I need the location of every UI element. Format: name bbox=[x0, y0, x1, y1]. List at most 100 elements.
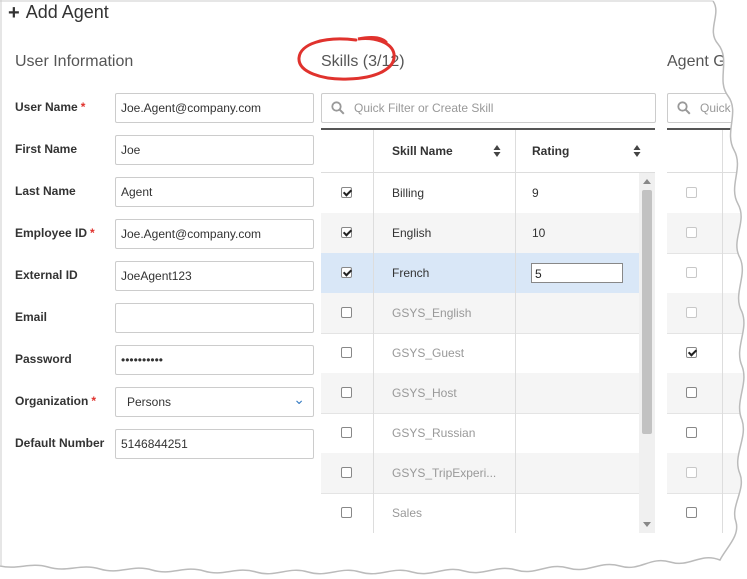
agent-group-checkbox[interactable] bbox=[686, 227, 697, 238]
skill-row[interactable]: GSYS_Guest bbox=[321, 333, 639, 374]
skill-name: Sales bbox=[392, 506, 423, 520]
agent-group-checkbox[interactable] bbox=[686, 387, 697, 398]
organization-select[interactable]: Persons ⌄ bbox=[115, 387, 314, 417]
skill-rating[interactable]: 10 bbox=[532, 213, 545, 253]
skill-row[interactable]: GSYS_Russian bbox=[321, 413, 639, 454]
user-name-input[interactable]: Joe.Agent@company.com bbox=[115, 93, 314, 123]
skill-row[interactable]: GSYS_TripExperi... bbox=[321, 453, 639, 494]
skill-checkbox[interactable] bbox=[341, 267, 352, 278]
add-agent-dialog: + Add Agent User Information User Name * J… bbox=[0, 0, 747, 579]
skill-checkbox[interactable] bbox=[341, 507, 352, 518]
skill-checkbox[interactable] bbox=[341, 347, 352, 358]
required-marker: * bbox=[90, 226, 95, 240]
form-row: Employee ID * Joe.Agent@company.com bbox=[15, 219, 315, 249]
dialog-title-text: Add Agent bbox=[25, 2, 109, 22]
agent-groups-heading: Agent Gro bbox=[667, 53, 740, 70]
field-label-text: Employee ID bbox=[15, 226, 88, 240]
default-number-input[interactable]: 5146844251 bbox=[115, 429, 314, 459]
skill-name: French bbox=[392, 266, 430, 280]
sort-icon[interactable] bbox=[493, 144, 501, 158]
email-input[interactable] bbox=[115, 303, 314, 333]
agent-group-row[interactable] bbox=[667, 413, 747, 454]
rating-input[interactable]: 5 bbox=[531, 263, 623, 283]
agent-group-row[interactable] bbox=[667, 493, 747, 533]
last-name-input[interactable]: Agent bbox=[115, 177, 314, 207]
agent-group-row[interactable] bbox=[667, 173, 747, 214]
agent-group-row[interactable] bbox=[667, 213, 747, 254]
scroll-down-icon[interactable] bbox=[643, 522, 651, 527]
agent-group-checkbox[interactable] bbox=[686, 187, 697, 198]
field-label: Last Name bbox=[15, 184, 76, 198]
agent-group-search-input[interactable]: Quick bbox=[667, 93, 747, 123]
chevron-down-icon[interactable]: ⌄ bbox=[293, 388, 305, 410]
agent-group-row[interactable] bbox=[667, 293, 747, 334]
scroll-up-icon[interactable] bbox=[643, 179, 651, 184]
field-label: First Name bbox=[15, 142, 77, 156]
skill-row[interactable]: Billing 9 bbox=[321, 173, 639, 214]
field-label: Email bbox=[15, 310, 47, 324]
scrollbar-thumb[interactable] bbox=[642, 190, 652, 434]
password-input[interactable]: •••••••••• bbox=[115, 345, 314, 375]
agent-groups-grid-header bbox=[667, 130, 747, 173]
first-name-input[interactable]: Joe bbox=[115, 135, 314, 165]
agent-group-row[interactable] bbox=[667, 373, 747, 414]
skill-checkbox[interactable] bbox=[341, 227, 352, 238]
agent-group-row[interactable] bbox=[667, 333, 747, 374]
field-label: External ID bbox=[15, 268, 78, 282]
required-marker: * bbox=[80, 100, 86, 114]
skill-checkbox[interactable] bbox=[341, 467, 352, 478]
field-label-text: User Name bbox=[15, 100, 78, 114]
skill-name: GSYS_English bbox=[392, 306, 472, 320]
form-row: Password •••••••••• bbox=[15, 345, 315, 375]
skill-search-input[interactable]: Quick Filter or Create Skill bbox=[321, 93, 656, 123]
skills-grid-header: Skill Name Rating bbox=[321, 130, 655, 173]
agent-group-checkbox[interactable] bbox=[686, 267, 697, 278]
skill-checkbox[interactable] bbox=[341, 427, 352, 438]
agent-group-row[interactable] bbox=[667, 453, 747, 494]
sort-icon[interactable] bbox=[633, 144, 641, 158]
agent-group-checkbox[interactable] bbox=[686, 347, 697, 358]
form-row: Last Name Agent bbox=[15, 177, 315, 207]
agent-group-search-placeholder: Quick bbox=[700, 101, 731, 115]
skill-row[interactable]: Sales bbox=[321, 493, 639, 533]
field-label: Default Number bbox=[15, 436, 104, 450]
field-value: Joe.Agent@company.com bbox=[121, 227, 262, 241]
skill-row[interactable]: GSYS_Host bbox=[321, 373, 639, 414]
field-value: JoeAgent123 bbox=[121, 269, 192, 283]
skills-grid: Skill Name Rating Billing 9 English 10 Frenc… bbox=[321, 128, 655, 533]
skill-name: Billing bbox=[392, 186, 425, 200]
skill-rating[interactable]: 9 bbox=[532, 173, 539, 213]
field-label: User Name * bbox=[15, 100, 85, 114]
column-divider bbox=[515, 130, 516, 533]
skill-row[interactable]: French 5 bbox=[321, 253, 639, 294]
plus-icon: + bbox=[8, 1, 20, 24]
field-value: Joe.Agent@company.com bbox=[121, 101, 262, 115]
agent-group-checkbox[interactable] bbox=[686, 307, 697, 318]
field-value: •••••••••• bbox=[121, 353, 164, 367]
employee-id-input[interactable]: Joe.Agent@company.com bbox=[115, 219, 314, 249]
field-label: Organization * bbox=[15, 394, 96, 408]
column-header-rating[interactable]: Rating bbox=[532, 130, 569, 172]
skill-checkbox[interactable] bbox=[341, 187, 352, 198]
skills-scrollbar[interactable] bbox=[639, 173, 655, 533]
skill-search-placeholder: Quick Filter or Create Skill bbox=[354, 101, 494, 115]
form-row: First Name Joe bbox=[15, 135, 315, 165]
skill-row[interactable]: English 10 bbox=[321, 213, 639, 254]
agent-group-checkbox[interactable] bbox=[686, 467, 697, 478]
agent-group-checkbox[interactable] bbox=[686, 507, 697, 518]
external-id-input[interactable]: JoeAgent123 bbox=[115, 261, 314, 291]
column-header-skill-name[interactable]: Skill Name bbox=[392, 130, 453, 172]
field-label-text: First Name bbox=[15, 142, 78, 156]
skill-name: GSYS_Russian bbox=[392, 426, 476, 440]
form-row: User Name * Joe.Agent@company.com bbox=[15, 93, 315, 123]
field-label-text: Last Name bbox=[15, 184, 76, 198]
search-icon bbox=[331, 101, 345, 115]
agent-group-checkbox[interactable] bbox=[686, 427, 697, 438]
agent-group-row[interactable] bbox=[667, 253, 747, 294]
annotation-circle bbox=[297, 35, 396, 81]
skill-checkbox[interactable] bbox=[341, 307, 352, 318]
field-label: Password bbox=[15, 352, 72, 366]
field-value: Agent bbox=[121, 185, 153, 199]
skill-row[interactable]: GSYS_English bbox=[321, 293, 639, 334]
skill-checkbox[interactable] bbox=[341, 387, 352, 398]
